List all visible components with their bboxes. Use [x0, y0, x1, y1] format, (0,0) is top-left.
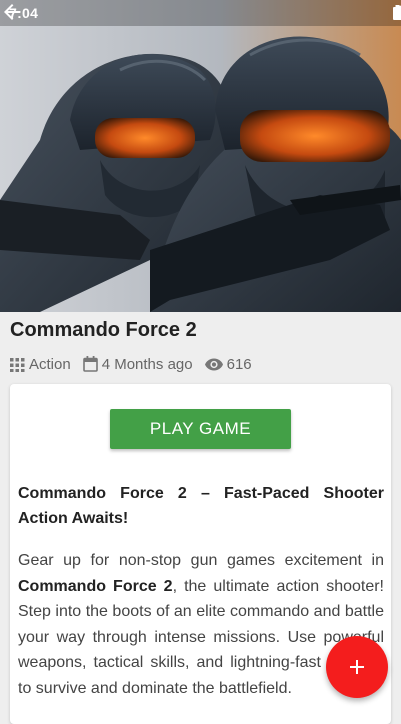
- back-arrow-icon[interactable]: [0, 0, 24, 24]
- status-bar: 7:04: [0, 0, 401, 26]
- commando-illustration: [0, 0, 401, 312]
- plus-icon: [350, 660, 364, 674]
- category-label: Action: [29, 355, 71, 373]
- grid-icon: [10, 357, 25, 372]
- battery-icon: [393, 5, 401, 20]
- eye-icon: [204, 358, 223, 370]
- game-title: Commando Force 2: [10, 319, 197, 341]
- game-meta: Action 4 Months ago 616: [10, 354, 264, 374]
- game-name-bold: Commando Force 2: [18, 577, 173, 595]
- description-heading: Commando Force 2 – Fast-Paced Shooter Ac…: [18, 485, 384, 527]
- add-fab-button[interactable]: [326, 636, 388, 698]
- views-item: 616: [204, 355, 252, 373]
- views-count: 616: [226, 355, 252, 373]
- hero-image: 7:04: [0, 0, 401, 312]
- category-link[interactable]: Action: [10, 356, 71, 373]
- date-label: 4 Months ago: [101, 355, 193, 373]
- date-item: 4 Months ago: [82, 355, 193, 373]
- calendar-icon: [82, 356, 98, 372]
- play-game-button[interactable]: PLAY GAME: [110, 409, 291, 449]
